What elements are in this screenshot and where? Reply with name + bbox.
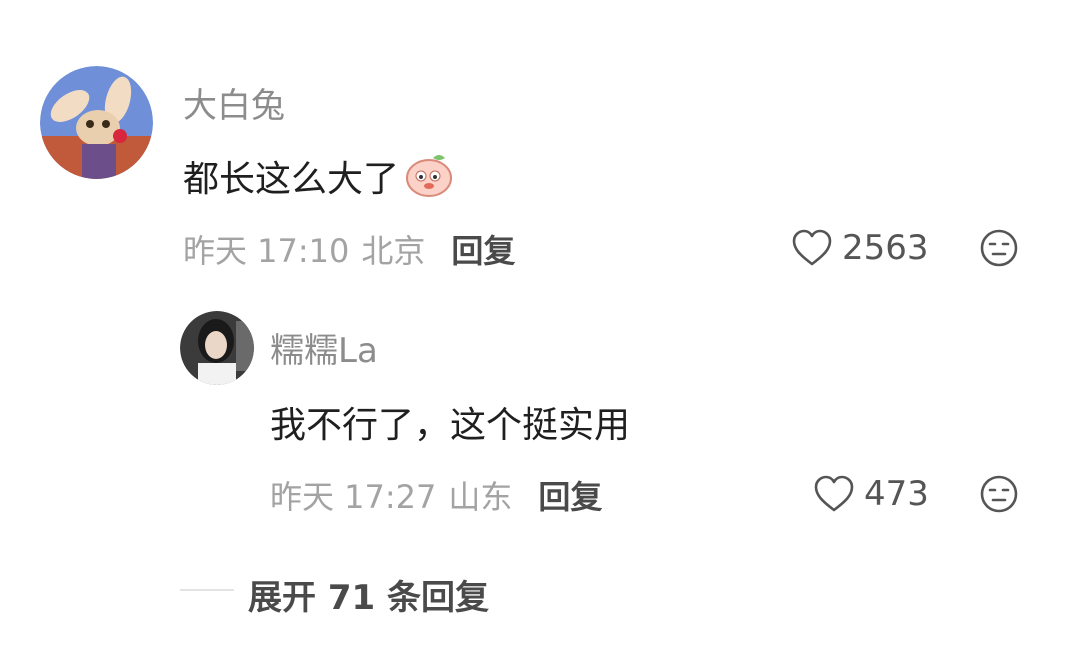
comment-text: 都长这么大了 bbox=[183, 159, 400, 200]
reply-like-count: 473 bbox=[864, 474, 929, 514]
reply-username[interactable]: 糯糯La bbox=[270, 323, 378, 372]
reply-text: 我不行了，这个挺实用 bbox=[270, 405, 631, 446]
like-button[interactable]: 2563 bbox=[790, 226, 929, 270]
reply-reply-button[interactable]: 回复 bbox=[538, 472, 602, 518]
comment-username[interactable]: 大白兔 bbox=[183, 78, 285, 127]
like-count: 2563 bbox=[842, 228, 929, 268]
comment-meta: 昨天 17:10 北京 回复 bbox=[183, 226, 515, 272]
meh-face-icon bbox=[979, 474, 1019, 514]
comment-time: 昨天 17:10 bbox=[183, 232, 350, 270]
heart-icon bbox=[790, 228, 834, 268]
reply-like-button[interactable]: 473 bbox=[812, 472, 929, 516]
comment-location: 北京 bbox=[361, 232, 426, 270]
expand-divider bbox=[180, 589, 234, 591]
reply-time: 昨天 17:27 bbox=[270, 478, 437, 516]
avatar[interactable] bbox=[40, 66, 153, 179]
heart-icon bbox=[812, 474, 856, 514]
meh-face-icon bbox=[979, 228, 1019, 268]
reply-button[interactable]: 回复 bbox=[451, 226, 515, 272]
reply-avatar[interactable] bbox=[180, 311, 254, 385]
reply-meta: 昨天 17:27 山东 回复 bbox=[270, 472, 602, 518]
reply-location: 山东 bbox=[448, 478, 513, 516]
dislike-button[interactable] bbox=[977, 226, 1021, 270]
expand-replies-button[interactable]: 展开 71 条回复 bbox=[248, 570, 489, 619]
emoji-icon bbox=[403, 150, 455, 202]
comment-body: 都长这么大了 bbox=[183, 150, 455, 202]
reply-dislike-button[interactable] bbox=[977, 472, 1021, 516]
